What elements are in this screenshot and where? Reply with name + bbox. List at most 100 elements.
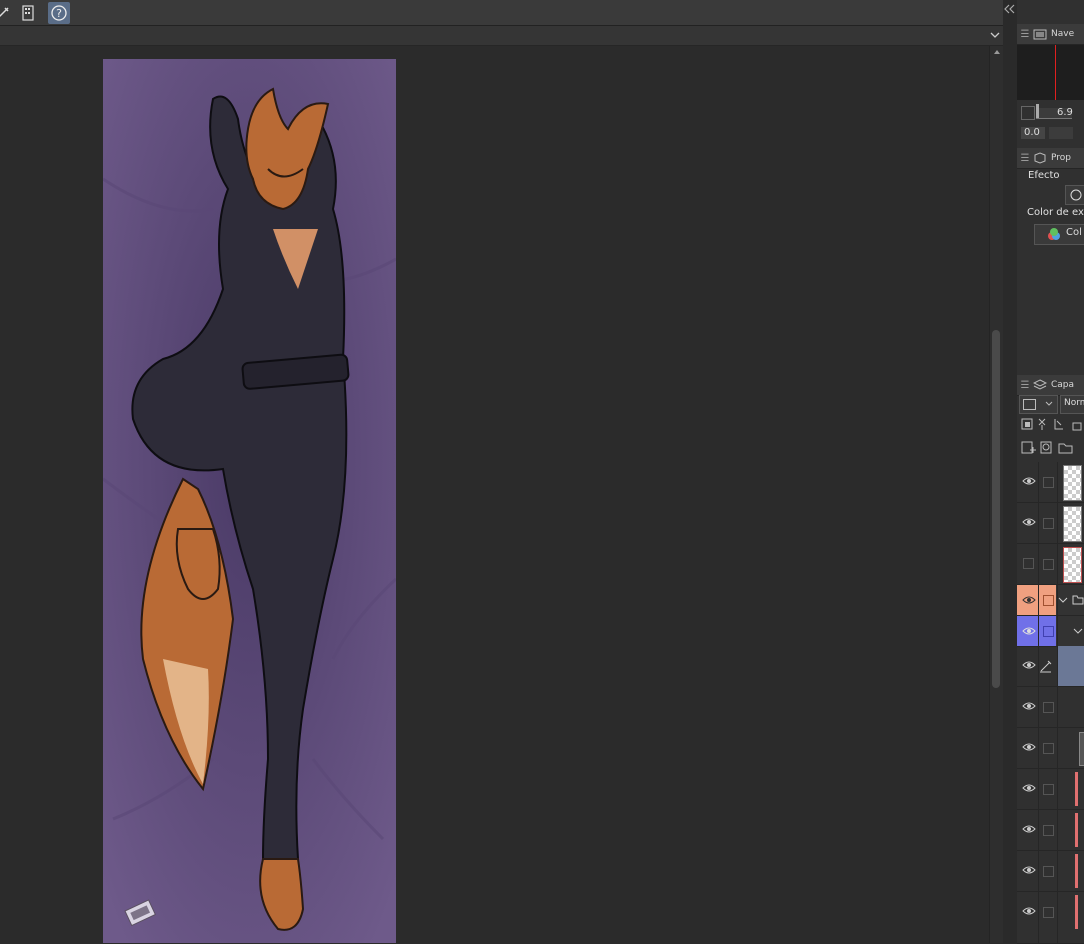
navigator-preview[interactable]	[1017, 45, 1084, 100]
layer-row-selected[interactable]	[1017, 646, 1084, 687]
toolbar: ?	[0, 0, 1003, 26]
menu-icon[interactable]: ☰	[1017, 380, 1033, 391]
navigator-header[interactable]: ☰ Nave	[1017, 24, 1084, 45]
layer-lock-checkbox[interactable]	[1043, 702, 1054, 713]
lock-icon	[1072, 422, 1082, 431]
artwork-illustration	[103, 59, 396, 943]
svg-text:?: ?	[56, 7, 62, 20]
layer-lock-checkbox[interactable]	[1043, 743, 1054, 754]
layer-column-divider	[1057, 462, 1058, 943]
layer-lock-checkbox[interactable]	[1043, 518, 1054, 529]
layer-row[interactable]	[1017, 462, 1084, 503]
eye-icon[interactable]	[1022, 659, 1036, 671]
blend-mode-value: Norm	[1064, 398, 1084, 408]
page-manager-button[interactable]	[17, 2, 39, 24]
layer-tools-row-1	[1021, 417, 1084, 434]
eye-icon[interactable]	[1022, 782, 1036, 794]
zoom-slider-handle[interactable]	[1036, 104, 1039, 118]
color-button-label: Col	[1066, 227, 1082, 238]
effect-label: Efecto	[1028, 170, 1060, 181]
chevron-down-icon[interactable]	[1073, 628, 1083, 635]
scroll-up-icon[interactable]	[993, 49, 1001, 55]
rotation-field[interactable]: 0.0	[1021, 127, 1045, 139]
chevron-down-icon	[1045, 401, 1053, 406]
navigator-title: Nave	[1051, 29, 1075, 39]
layer-lock-checkbox[interactable]	[1043, 825, 1054, 836]
eye-icon[interactable]	[1022, 823, 1036, 835]
rotation-slider[interactable]	[1049, 127, 1073, 139]
layer-lock-checkbox[interactable]	[1043, 477, 1054, 488]
layer-thumbnail	[1063, 547, 1082, 583]
layers-header[interactable]: ☰ Capa	[1017, 375, 1084, 396]
eye-icon[interactable]	[1022, 475, 1036, 487]
chevron-down-icon[interactable]	[990, 31, 1000, 39]
layer-row[interactable]	[1017, 892, 1084, 944]
navigator-view-line	[1055, 45, 1056, 100]
layer-color-bar	[1075, 854, 1078, 888]
layer-lock-checkbox[interactable]	[1043, 784, 1054, 795]
layer-folder-row[interactable]	[1017, 585, 1084, 616]
properties-title: Prop	[1051, 153, 1071, 163]
layer-color-select[interactable]	[1019, 395, 1058, 414]
eye-icon[interactable]	[1022, 905, 1036, 917]
eye-icon[interactable]	[1022, 625, 1036, 637]
color-button[interactable]: Col	[1034, 224, 1084, 245]
layer-folder-row[interactable]	[1017, 616, 1084, 647]
selected-highlight	[1057, 646, 1084, 686]
layer-lock-checkbox[interactable]	[1043, 595, 1054, 606]
menu-icon[interactable]: ☰	[1017, 153, 1033, 164]
layer-row[interactable]	[1017, 851, 1084, 892]
layer-thumbnail	[1079, 732, 1084, 766]
menu-icon[interactable]: ☰	[1017, 29, 1033, 40]
draft-icon	[1054, 419, 1063, 430]
layer-lock-checkbox[interactable]	[1043, 866, 1054, 877]
layer-row[interactable]	[1017, 544, 1084, 585]
zoom-out-button[interactable]	[1021, 106, 1035, 120]
properties-header[interactable]: ☰ Prop	[1017, 148, 1084, 169]
pen-icon	[0, 7, 9, 18]
help-button[interactable]: ?	[48, 2, 70, 24]
panel-gutter	[1003, 0, 1017, 943]
eye-icon[interactable]	[1022, 700, 1036, 712]
new-vector-layer-icon	[1040, 441, 1052, 454]
layers-title: Capa	[1051, 380, 1075, 390]
eye-icon[interactable]	[1022, 594, 1036, 606]
properties-icon	[1034, 152, 1046, 164]
eye-icon[interactable]	[1022, 741, 1036, 753]
hidden-eye-checkbox[interactable]	[1023, 558, 1034, 569]
layer-thumbnail	[1063, 506, 1082, 542]
pen-tool-button[interactable]	[0, 2, 14, 24]
collapse-panels-icon[interactable]	[1004, 4, 1016, 14]
book-icon	[22, 5, 34, 21]
layer-color-bar	[1075, 772, 1078, 806]
rotation-value: 0.0	[1024, 127, 1040, 138]
chevron-down-icon[interactable]	[1058, 597, 1068, 604]
reference-icon	[1038, 418, 1046, 430]
circle-icon	[1070, 189, 1082, 201]
layer-row[interactable]	[1017, 687, 1084, 728]
layer-row[interactable]	[1017, 503, 1084, 544]
layer-lock-checkbox[interactable]	[1043, 907, 1054, 918]
layer-row[interactable]	[1017, 810, 1084, 851]
layers-icon	[1033, 379, 1047, 390]
effect-button[interactable]	[1065, 185, 1084, 205]
zoom-value: 6.9	[1057, 107, 1073, 118]
artwork-canvas[interactable]	[103, 59, 396, 943]
navigator-icon	[1033, 29, 1047, 39]
layer-color-swatch	[1023, 399, 1036, 410]
layer-color-bar	[1075, 813, 1078, 847]
layer-thumbnail	[1063, 465, 1082, 501]
expression-color-label: Color de exp	[1027, 207, 1084, 218]
eye-icon[interactable]	[1022, 516, 1036, 528]
layer-row[interactable]	[1017, 728, 1084, 769]
new-raster-layer-icon	[1021, 441, 1036, 454]
clip-icon	[1021, 418, 1033, 430]
layer-lock-checkbox[interactable]	[1043, 559, 1054, 570]
scrollbar-thumb[interactable]	[992, 330, 1000, 688]
blend-mode-select[interactable]: Norm	[1060, 395, 1084, 414]
eye-icon[interactable]	[1022, 864, 1036, 876]
layer-lock-checkbox[interactable]	[1043, 626, 1054, 637]
layer-color-bar	[1075, 895, 1078, 929]
pen-icon	[1040, 660, 1052, 673]
layer-row[interactable]	[1017, 769, 1084, 810]
